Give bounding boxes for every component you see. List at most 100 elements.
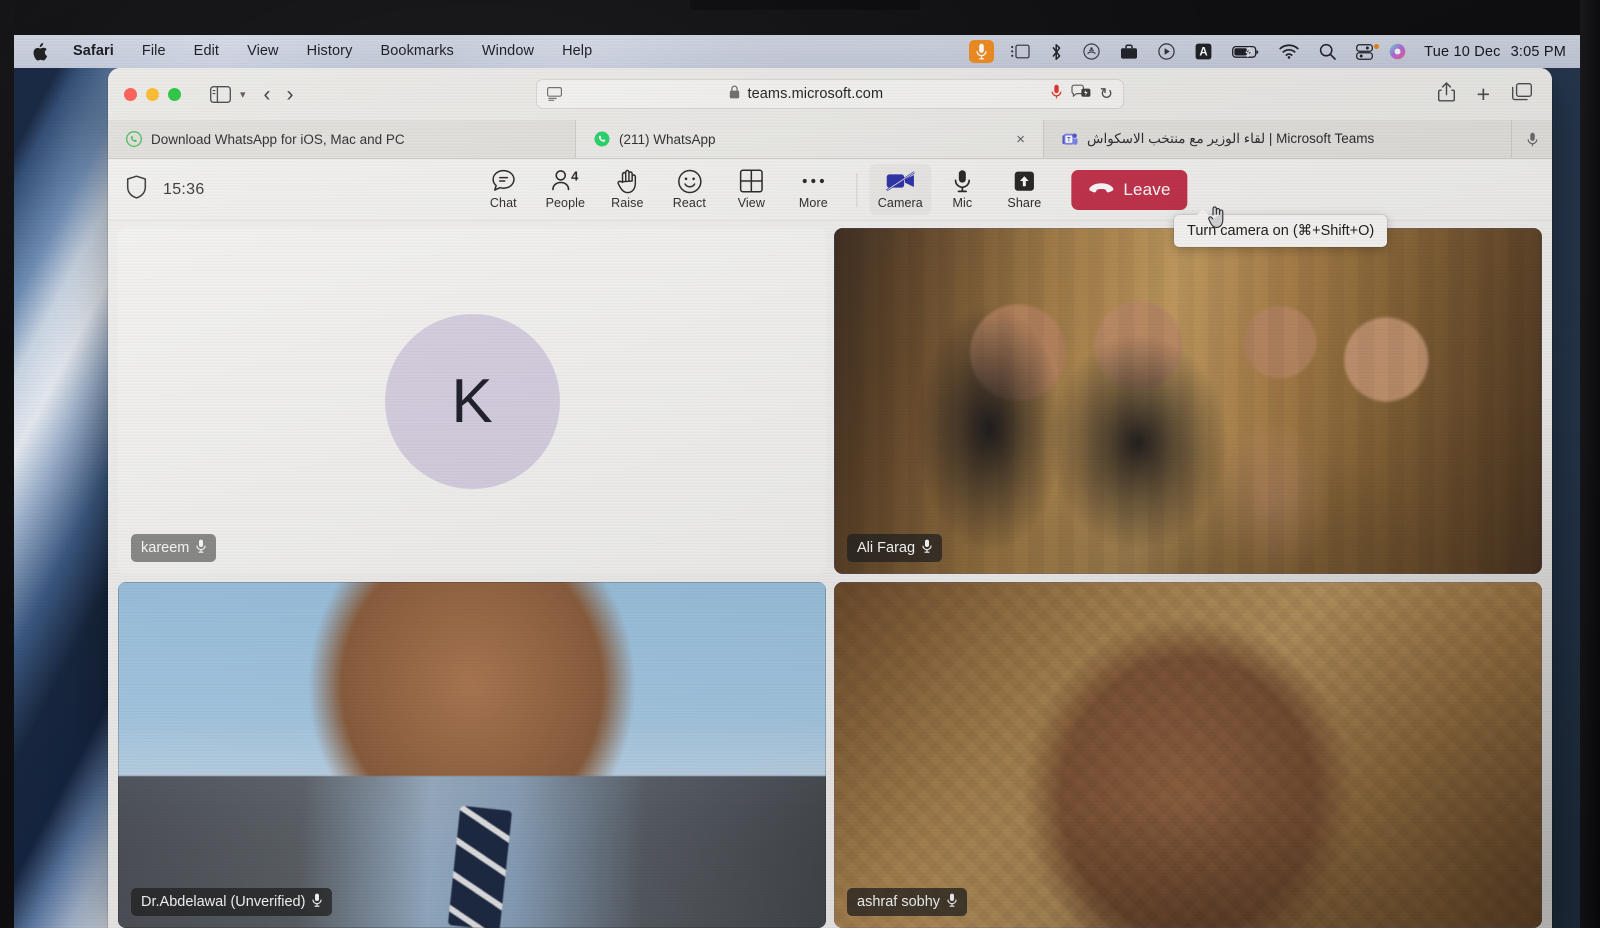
sidebar-toggle-icon[interactable] xyxy=(203,79,238,109)
tab-whatsapp-web[interactable]: (211) WhatsApp × xyxy=(576,120,1044,158)
menu-file[interactable]: File xyxy=(128,35,180,68)
close-window-button[interactable] xyxy=(124,87,137,101)
camera-button[interactable]: Camera xyxy=(869,164,932,215)
extensions-icon[interactable] xyxy=(1070,84,1091,104)
tab-title: Download WhatsApp for iOS, Mac and PC xyxy=(151,131,405,147)
menu-bar-clock[interactable]: Tue 10 Dec 3:05 PM xyxy=(1416,44,1566,60)
menu-edit[interactable]: Edit xyxy=(180,35,233,68)
siri-icon[interactable] xyxy=(1379,35,1416,68)
wifi-icon[interactable] xyxy=(1269,35,1309,68)
back-button[interactable]: ‹ xyxy=(264,84,271,105)
toolbar-divider xyxy=(856,172,858,207)
control-center-icon[interactable] xyxy=(1346,35,1377,68)
participant-tile-ali-farag[interactable]: Ali Farag xyxy=(834,228,1542,574)
whatsapp-icon xyxy=(594,131,610,147)
tab-whatsapp-download[interactable]: Download WhatsApp for iOS, Mac and PC xyxy=(108,120,576,158)
tab-title: (211) WhatsApp xyxy=(619,131,716,147)
video-grid: K kareem Ali Farag Dr.Abdelawal (Unverif… xyxy=(108,221,1552,928)
mic-button[interactable]: Mic xyxy=(931,164,993,215)
clock-time: 3:05 PM xyxy=(1510,43,1566,60)
people-button[interactable]: 4 People xyxy=(534,164,596,215)
tab-microsoft-teams[interactable]: T لقاء الوزير مع منتخب الاسكواش | Micros… xyxy=(1044,120,1512,158)
microphone-active-icon[interactable] xyxy=(1051,84,1062,104)
participant-name: Dr.Abdelawal (Unverified) xyxy=(141,894,306,910)
minimize-window-button[interactable] xyxy=(146,87,159,101)
keyboard-input-language-icon[interactable]: A xyxy=(1185,35,1222,68)
menu-bar-status-icons: A Tue 10 Dec 3:05 PM xyxy=(962,35,1574,68)
chevron-down-icon[interactable]: ▾ xyxy=(238,88,256,101)
screen-bezel-right xyxy=(1580,0,1600,928)
microphone-icon xyxy=(922,539,932,557)
participant-tile-kareem[interactable]: K kareem xyxy=(118,228,826,574)
menu-view[interactable]: View xyxy=(233,35,293,68)
avatar: K xyxy=(384,313,560,489)
microphone-tab-icon[interactable] xyxy=(1512,120,1552,158)
view-button[interactable]: View xyxy=(720,164,782,215)
video-grid-row-bottom: Dr.Abdelawal (Unverified) ashraf sobhy xyxy=(118,582,1542,928)
camera-tooltip: Turn camera on (⌘+Shift+O) xyxy=(1174,209,1388,247)
safari-window: ▾ ‹ › teams.microsoft.com ↻ + Download W… xyxy=(108,68,1552,928)
address-bar[interactable]: teams.microsoft.com ↻ xyxy=(536,79,1124,109)
new-tab-button[interactable]: + xyxy=(1477,82,1490,106)
more-button[interactable]: More xyxy=(782,164,844,215)
share-icon[interactable] xyxy=(1437,81,1455,107)
now-playing-icon[interactable] xyxy=(1148,35,1185,68)
chat-bubble-icon xyxy=(491,169,516,193)
forward-button[interactable]: › xyxy=(287,84,294,105)
whatsapp-icon xyxy=(126,131,142,147)
reader-view-icon[interactable] xyxy=(547,87,562,101)
tab-overview-icon[interactable] xyxy=(1512,82,1532,106)
menu-safari[interactable]: Safari xyxy=(59,35,128,68)
microsoft-teams-icon: T xyxy=(1062,131,1078,147)
microphone-in-use-icon[interactable] xyxy=(969,40,995,63)
microphone-icon xyxy=(196,539,207,557)
bluetooth-icon[interactable] xyxy=(1040,35,1073,68)
share-screen-icon xyxy=(1012,169,1036,193)
reload-button[interactable]: ↻ xyxy=(1100,84,1113,104)
more-button-label: More xyxy=(798,196,828,210)
share-screen-button[interactable]: Share xyxy=(993,164,1055,215)
participant-tile-dr-abdelawal[interactable]: Dr.Abdelawal (Unverified) xyxy=(118,582,826,928)
zoom-window-button[interactable] xyxy=(168,87,181,101)
chat-button[interactable]: Chat xyxy=(472,164,534,215)
raise-hand-icon xyxy=(616,169,639,193)
padlock-icon xyxy=(729,85,740,104)
menu-history[interactable]: History xyxy=(293,35,367,68)
leave-meeting-button[interactable]: Leave xyxy=(1071,169,1188,210)
meeting-status: 15:36 xyxy=(126,175,205,204)
close-tab-button[interactable]: × xyxy=(1008,131,1025,148)
menu-bookmarks[interactable]: Bookmarks xyxy=(366,35,467,68)
react-button[interactable]: React xyxy=(658,164,720,215)
menu-help[interactable]: Help xyxy=(548,35,606,68)
microphone-icon xyxy=(312,893,323,911)
tab-title: لقاء الوزير مع منتخب الاسكواش | Microsof… xyxy=(1087,131,1375,146)
participant-name-badge: kareem xyxy=(131,534,217,562)
smiley-react-icon xyxy=(677,169,702,193)
meeting-elapsed-time: 15:36 xyxy=(163,180,205,198)
battery-charging-icon[interactable] xyxy=(1222,35,1269,68)
url-text: teams.microsoft.com xyxy=(747,86,884,102)
spotlight-search-icon[interactable] xyxy=(1309,35,1346,68)
url-display[interactable]: teams.microsoft.com xyxy=(568,85,1045,104)
screen-notch xyxy=(690,0,920,10)
safari-tab-bar: Download WhatsApp for iOS, Mac and PC (2… xyxy=(108,120,1552,159)
apple-logo-icon[interactable] xyxy=(28,42,59,61)
participant-tile-ashraf-sobhy[interactable]: ashraf sobhy xyxy=(834,582,1542,928)
participant-name: ashraf sobhy xyxy=(857,894,941,910)
menu-window[interactable]: Window xyxy=(468,35,548,68)
laptop-screen-photo: Safari File Edit View History Bookmarks … xyxy=(0,0,1600,928)
window-traffic-lights xyxy=(124,87,181,101)
participant-name-badge: Dr.Abdelawal (Unverified) xyxy=(131,888,333,916)
more-ellipsis-icon xyxy=(800,169,826,193)
screen-mirroring-icon[interactable] xyxy=(1001,35,1040,68)
raise-hand-button[interactable]: Raise xyxy=(596,164,658,215)
safari-toolbar: ▾ ‹ › teams.microsoft.com ↻ + xyxy=(108,68,1552,120)
briefcase-icon[interactable] xyxy=(1110,35,1148,68)
shield-icon xyxy=(126,175,147,204)
camera-off-icon xyxy=(885,169,916,193)
people-icon: 4 xyxy=(550,169,581,193)
navigation-arrows: ‹ › xyxy=(264,84,294,105)
airdrop-icon[interactable] xyxy=(1073,35,1110,68)
teams-meeting-toolbar: 15:36 Chat 4 People Raise React View Mor… xyxy=(108,159,1552,221)
participant-video-feed xyxy=(834,228,1542,574)
